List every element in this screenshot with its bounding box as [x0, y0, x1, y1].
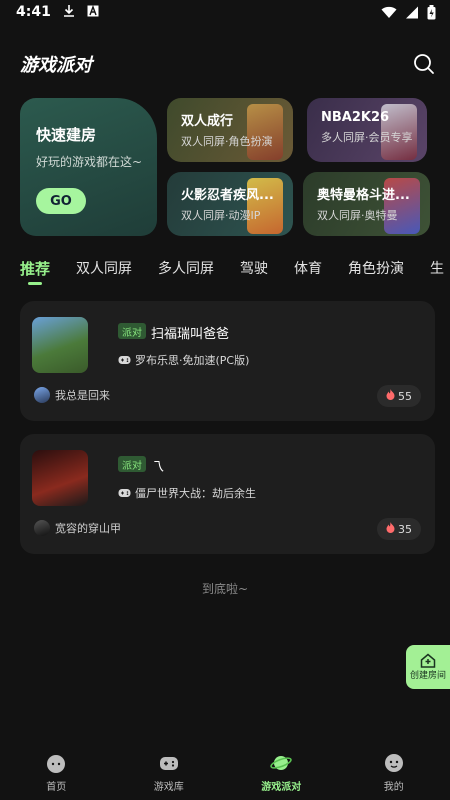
- game-subtitle: 双人同屏·角色扮演: [181, 135, 273, 148]
- quick-start-subtitle: 好玩的游戏都在这~: [36, 155, 143, 169]
- create-room-button[interactable]: 创建房间: [406, 645, 450, 689]
- tab-driving[interactable]: 驾驶: [240, 258, 268, 288]
- room-game-name: 罗布乐思·免加速(PC版): [135, 354, 250, 367]
- featured-game-card[interactable]: 双人成行 双人同屏·角色扮演: [167, 98, 293, 162]
- room-host[interactable]: 我总是回来: [34, 387, 110, 403]
- room-tag: 派对: [118, 456, 146, 472]
- nav-profile[interactable]: 我的: [338, 738, 450, 800]
- avatar: [34, 387, 50, 403]
- gamepad-icon: [118, 356, 131, 364]
- game-subtitle: 双人同屏·动漫IP: [181, 209, 261, 222]
- profile-icon: [384, 754, 403, 772]
- wifi-icon: [381, 6, 397, 18]
- tab-two-player[interactable]: 双人同屏: [76, 258, 132, 288]
- featured-game-card[interactable]: NBA2K26 多人同屏·会员专享: [307, 98, 427, 162]
- nav-home-label: 首页: [46, 782, 67, 793]
- end-of-list-text: 到底啦~: [201, 582, 249, 596]
- game-name: 奥特曼格斗进...: [317, 188, 410, 203]
- heat-badge: 35: [377, 518, 421, 540]
- game-name: 双人成行: [181, 114, 234, 129]
- quick-start-card[interactable]: 快速建房 好玩的游戏都在这~ GO: [20, 98, 157, 236]
- room-game-name: 僵尸世界大战：劫后余生: [135, 487, 256, 500]
- room-game: 罗布乐思·免加速(PC版): [118, 352, 249, 368]
- fire-icon: [386, 389, 395, 403]
- nav-home[interactable]: 首页: [0, 738, 113, 800]
- room-host[interactable]: 宽容的穿山甲: [34, 520, 121, 536]
- signal-icon: [406, 6, 418, 18]
- host-name: 宽容的穿山甲: [55, 522, 121, 535]
- room-tag: 派对: [118, 323, 146, 339]
- gamepad-icon: [159, 757, 178, 770]
- header: 游戏派对: [20, 50, 435, 78]
- room-card[interactable]: 派对 扫福瑞叫爸爸 罗布乐思·免加速(PC版) 我总是回来 55: [20, 301, 435, 421]
- tab-multi-player[interactable]: 多人同屏: [158, 258, 214, 288]
- nav-game-party[interactable]: 游戏派对: [225, 738, 338, 800]
- planet-icon: [270, 756, 292, 770]
- gamepad-icon: [118, 489, 131, 497]
- tab-role-playing[interactable]: 角色扮演: [348, 258, 404, 288]
- status-bar: 4:41: [0, 0, 450, 24]
- tab-recommended[interactable]: 推荐: [20, 258, 50, 288]
- fire-icon: [386, 522, 395, 536]
- room-card[interactable]: 派对 乁 僵尸世界大战：劫后余生 宽容的穿山甲 35: [20, 434, 435, 554]
- status-right-icons: [381, 4, 436, 20]
- game-subtitle: 多人同屏·会员专享: [321, 131, 413, 144]
- game-thumbnail: [32, 450, 88, 506]
- room-title: 扫福瑞叫爸爸: [151, 327, 230, 342]
- battery-icon: [427, 4, 436, 19]
- game-subtitle: 双人同屏·奥特曼: [317, 209, 398, 222]
- game-name: 火影忍者疾风...: [181, 188, 274, 203]
- nav-game-library-label: 游戏库: [153, 782, 184, 793]
- category-tabs: 推荐 双人同屏 多人同屏 驾驶 体育 角色扮演 生: [20, 258, 450, 288]
- quick-start-title: 快速建房: [36, 126, 97, 144]
- bottom-nav: 首页 游戏库 游戏派对 我的: [0, 738, 450, 800]
- heat-count: 35: [398, 522, 412, 536]
- room-title: 乁: [151, 460, 165, 475]
- featured-game-card[interactable]: 火影忍者疾风... 双人同屏·动漫IP: [167, 172, 293, 236]
- room-game: 僵尸世界大战：劫后余生: [118, 485, 256, 501]
- go-button[interactable]: GO: [36, 188, 86, 214]
- download-icon: [63, 4, 75, 20]
- featured-game-card[interactable]: 奥特曼格斗进... 双人同屏·奥特曼: [303, 172, 430, 236]
- tab-sports[interactable]: 体育: [294, 258, 322, 288]
- home-plus-icon: [420, 653, 436, 668]
- game-name: NBA2K26: [321, 110, 390, 125]
- status-time: 4:41: [16, 4, 51, 20]
- nav-game-library[interactable]: 游戏库: [113, 738, 226, 800]
- search-icon[interactable]: [413, 53, 435, 75]
- nav-game-party-label: 游戏派对: [261, 782, 302, 793]
- nav-profile-label: 我的: [383, 782, 404, 793]
- home-icon: [47, 755, 66, 773]
- heat-badge: 55: [377, 385, 421, 407]
- tab-more[interactable]: 生: [430, 258, 444, 288]
- host-name: 我总是回来: [55, 389, 110, 402]
- a-icon: [87, 4, 99, 20]
- heat-count: 55: [398, 389, 412, 403]
- create-room-label: 创建房间: [409, 671, 446, 681]
- game-thumbnail: [32, 317, 88, 373]
- avatar: [34, 520, 50, 536]
- page-title: 游戏派对: [20, 55, 92, 76]
